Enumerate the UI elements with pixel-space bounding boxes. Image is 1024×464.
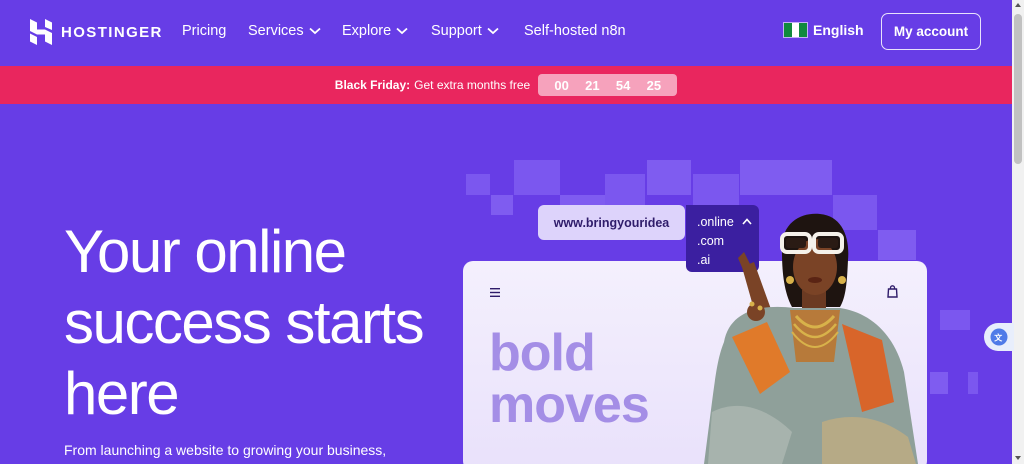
chevron-down-icon (396, 27, 408, 35)
nav-item-services[interactable]: Services (248, 23, 321, 39)
mockup-headline-line: moves (489, 376, 650, 434)
timer-hours: 21 (585, 77, 600, 93)
mockup-headline-line: bold (489, 324, 596, 382)
hamburger-menu-icon (490, 288, 500, 297)
timer-seconds: 25 (646, 77, 662, 93)
nav-item-label: Services (248, 23, 304, 39)
nav-item-n8n[interactable]: Self-hosted n8n (524, 23, 626, 39)
language-selector[interactable]: English (783, 22, 864, 38)
brand-name: HOSTINGER (61, 23, 163, 41)
timer-minutes: 54 (615, 77, 631, 93)
translate-icon: 文 (990, 328, 1008, 346)
hero-title: Your online success starts here (64, 218, 425, 427)
nav-item-support[interactable]: Support (431, 23, 499, 39)
nav-item-label: Self-hosted n8n (524, 23, 626, 39)
brand-logo[interactable]: HOSTINGER (30, 19, 163, 45)
page-scrollbar[interactable] (1012, 0, 1024, 464)
hero-person-image (704, 213, 918, 464)
hostinger-logo-icon (30, 19, 52, 45)
scroll-up-arrow-icon[interactable] (1015, 3, 1021, 7)
nav-item-label: Support (431, 23, 482, 39)
nigeria-flag-icon (783, 22, 808, 38)
nav-item-pricing[interactable]: Pricing (182, 23, 226, 39)
nav-item-label: Explore (342, 23, 392, 39)
my-account-button[interactable]: My account (881, 13, 981, 50)
chevron-down-icon (487, 27, 499, 35)
hero-subtitle: From launching a website to growing your… (64, 442, 387, 458)
timer-days: 00 (554, 77, 569, 93)
language-label: English (813, 22, 864, 38)
countdown-timer: 00 21 54 25 (538, 74, 678, 96)
svg-text:文: 文 (994, 333, 1003, 343)
domain-search-input[interactable]: www.bringyouridea (538, 205, 685, 240)
promo-banner[interactable]: Black Friday: Get extra months free 00 2… (0, 66, 1012, 104)
nav-item-explore[interactable]: Explore (342, 23, 408, 39)
mockup-headline: bold moves (489, 324, 650, 434)
scrollbar-thumb[interactable] (1014, 14, 1022, 164)
chevron-down-icon (309, 27, 321, 35)
promo-text: Get extra months free (414, 78, 531, 92)
translate-button[interactable]: 文 (984, 323, 1014, 351)
nav-item-label: Pricing (182, 23, 227, 39)
top-navbar: HOSTINGER Pricing Services Explore Suppo… (0, 0, 1012, 66)
promo-title: Black Friday: (334, 78, 411, 92)
scroll-down-arrow-icon[interactable] (1015, 456, 1021, 460)
